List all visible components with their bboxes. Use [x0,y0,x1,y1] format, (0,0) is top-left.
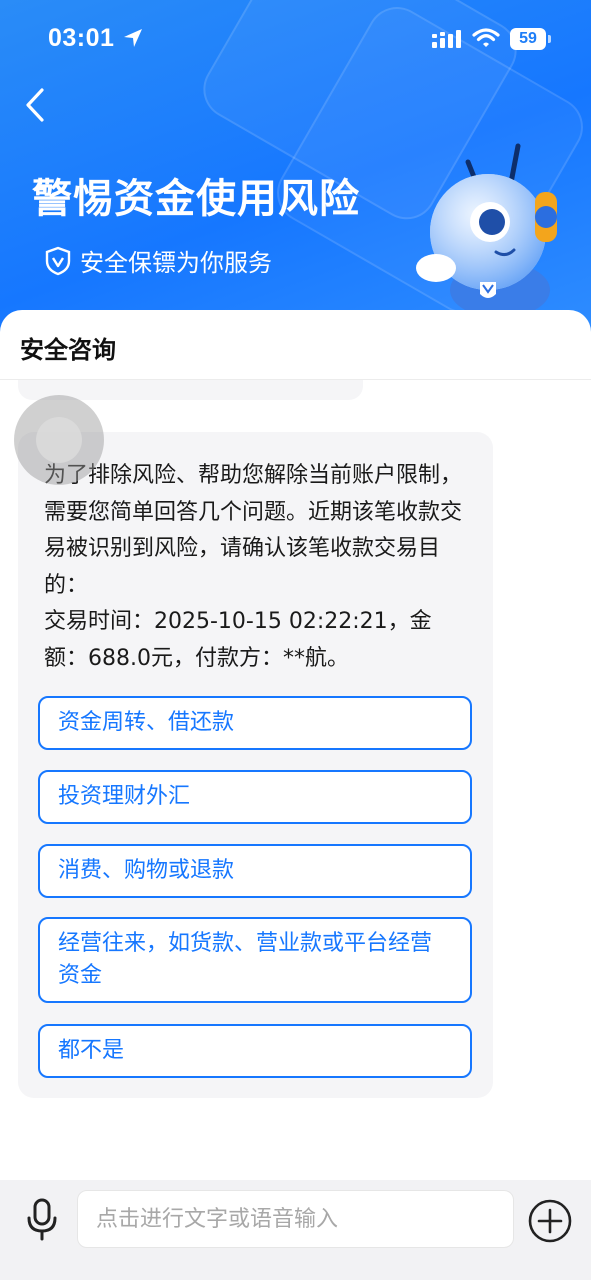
hero-header: 03:01 59 警惕资金使用风险 安全保镖为你服务 [0,0,591,340]
status-bar: 03:01 59 [0,0,591,80]
page-title: 警惕资金使用风险 [32,176,360,222]
plus-circle-icon[interactable] [527,1198,573,1244]
panel-title: 安全咨询 [20,336,116,364]
input-bar [0,1180,591,1280]
option-button[interactable]: 经营往来，如货款、营业款或平台经营资金 [38,917,472,1003]
battery-indicator: 59 [510,28,546,50]
battery-tip [548,35,551,43]
message-text: 为了排除风险、帮助您解除当前账户限制，需要您简单回答几个问题。近期该笔收款交易被… [44,458,464,677]
option-button[interactable]: 资金周转、借还款 [38,696,472,750]
microphone-icon[interactable] [24,1198,60,1242]
back-chevron-icon[interactable] [22,86,52,124]
page-subtitle: 安全保镖为你服务 [44,243,272,278]
wifi-icon [472,28,500,47]
signal-icon [432,30,461,48]
mascot-robot [416,143,557,318]
status-time: 03:01 [48,24,115,52]
option-button[interactable]: 消费、购物或退款 [38,844,472,898]
subtitle-text: 安全保镖为你服务 [80,249,272,277]
message-body: 为了排除风险、帮助您解除当前账户限制，需要您简单回答几个问题。近期该笔收款交易被… [44,463,463,598]
option-button[interactable]: 都不是 [38,1024,472,1078]
shield-check-icon [45,246,71,275]
transaction-detail: 交易时间：2025-10-15 02:22:21，金额：688.0元，付款方：*… [44,609,432,671]
message-input[interactable] [77,1190,514,1248]
assistant-message-bubble: 为了排除风险、帮助您解除当前账户限制，需要您简单回答几个问题。近期该笔收款交易被… [18,432,493,1098]
location-arrow-icon [124,29,142,47]
touch-indicator [14,395,104,485]
option-button[interactable]: 投资理财外汇 [38,770,472,824]
